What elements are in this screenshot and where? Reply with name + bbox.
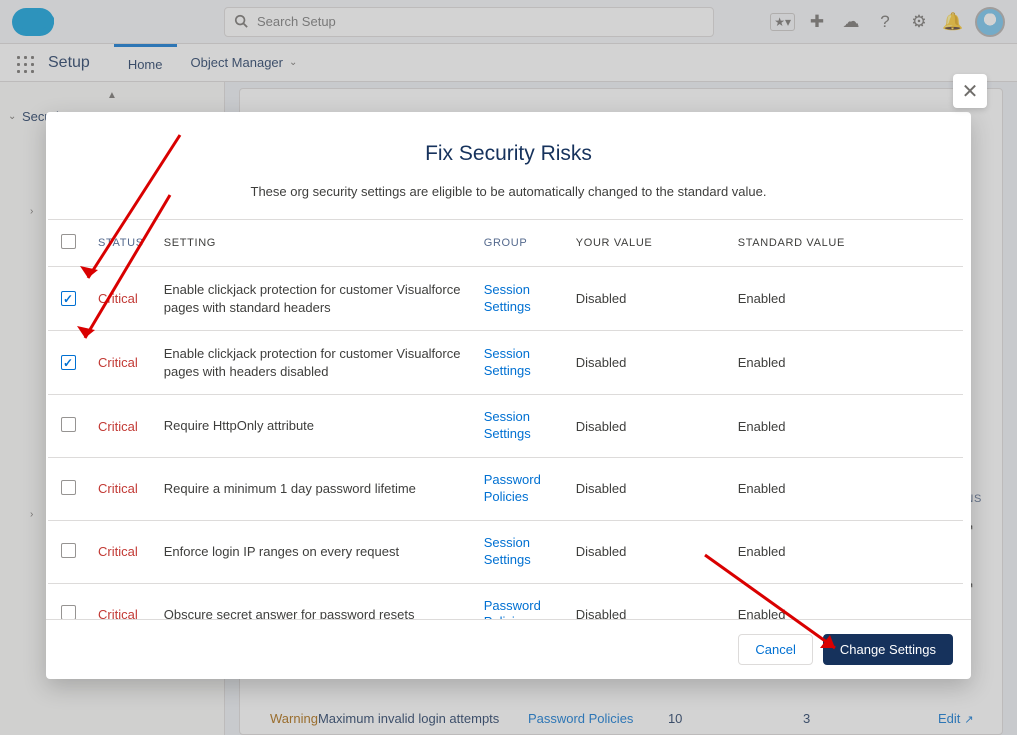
setting-name: Enable clickjack protection for customer…: [154, 331, 474, 395]
close-button[interactable]: ✕: [953, 74, 987, 108]
group-link[interactable]: SessionSettings: [484, 409, 531, 443]
status-badge: Critical: [98, 607, 138, 619]
status-badge: Critical: [98, 481, 138, 496]
select-all-checkbox[interactable]: [61, 234, 76, 249]
row-checkbox[interactable]: [61, 355, 76, 370]
your-value: Disabled: [566, 583, 728, 619]
setting-name: Require HttpOnly attribute: [154, 395, 474, 458]
modal-footer: Cancel Change Settings: [46, 619, 971, 679]
group-link[interactable]: PasswordPolicies: [484, 598, 541, 619]
standard-value: Enabled: [728, 583, 963, 619]
risk-table: STATUS SETTING GROUP YOUR VALUE STANDARD…: [48, 220, 963, 619]
status-badge: Critical: [98, 419, 138, 434]
modal-subtitle: These org security settings are eligible…: [46, 184, 971, 199]
standard-value: Enabled: [728, 520, 963, 583]
table-row: Critical Enable clickjack protection for …: [48, 267, 963, 331]
close-icon: ✕: [962, 79, 979, 104]
row-checkbox[interactable]: [61, 291, 76, 306]
your-value: Disabled: [566, 520, 728, 583]
table-row: Critical Obscure secret answer for passwo…: [48, 583, 963, 619]
standard-value: Enabled: [728, 267, 963, 331]
col-group: GROUP: [474, 220, 566, 267]
col-status: STATUS: [88, 220, 154, 267]
table-row: Critical Enforce login IP ranges on every…: [48, 520, 963, 583]
setting-name: Require a minimum 1 day password lifetim…: [154, 457, 474, 520]
col-your-value: YOUR VALUE: [566, 220, 728, 267]
modal-title: Fix Security Risks: [46, 142, 971, 166]
cancel-button[interactable]: Cancel: [738, 634, 812, 665]
your-value: Disabled: [566, 331, 728, 395]
group-link[interactable]: SessionSettings: [484, 346, 531, 380]
setting-name: Enforce login IP ranges on every request: [154, 520, 474, 583]
change-settings-button[interactable]: Change Settings: [823, 634, 953, 665]
col-setting: SETTING: [154, 220, 474, 267]
table-row: Critical Enable clickjack protection for …: [48, 331, 963, 395]
setting-name: Obscure secret answer for password reset…: [154, 583, 474, 619]
row-checkbox[interactable]: [61, 417, 76, 432]
your-value: Disabled: [566, 267, 728, 331]
your-value: Disabled: [566, 457, 728, 520]
group-link[interactable]: SessionSettings: [484, 535, 531, 569]
standard-value: Enabled: [728, 331, 963, 395]
group-link[interactable]: SessionSettings: [484, 282, 531, 316]
fix-security-risks-modal: ✕ Fix Security Risks These org security …: [46, 112, 971, 679]
standard-value: Enabled: [728, 457, 963, 520]
row-checkbox[interactable]: [61, 480, 76, 495]
risk-table-container[interactable]: STATUS SETTING GROUP YOUR VALUE STANDARD…: [48, 219, 963, 619]
standard-value: Enabled: [728, 395, 963, 458]
table-row: Critical Require HttpOnly attribute Sessio…: [48, 395, 963, 458]
setting-name: Enable clickjack protection for customer…: [154, 267, 474, 331]
your-value: Disabled: [566, 395, 728, 458]
table-header-row: STATUS SETTING GROUP YOUR VALUE STANDARD…: [48, 220, 963, 267]
col-standard-value: STANDARD VALUE: [728, 220, 963, 267]
status-badge: Critical: [98, 355, 138, 370]
status-badge: Critical: [98, 291, 138, 306]
row-checkbox[interactable]: [61, 605, 76, 619]
row-checkbox[interactable]: [61, 543, 76, 558]
status-badge: Critical: [98, 544, 138, 559]
table-row: Critical Require a minimum 1 day password…: [48, 457, 963, 520]
group-link[interactable]: PasswordPolicies: [484, 472, 541, 506]
